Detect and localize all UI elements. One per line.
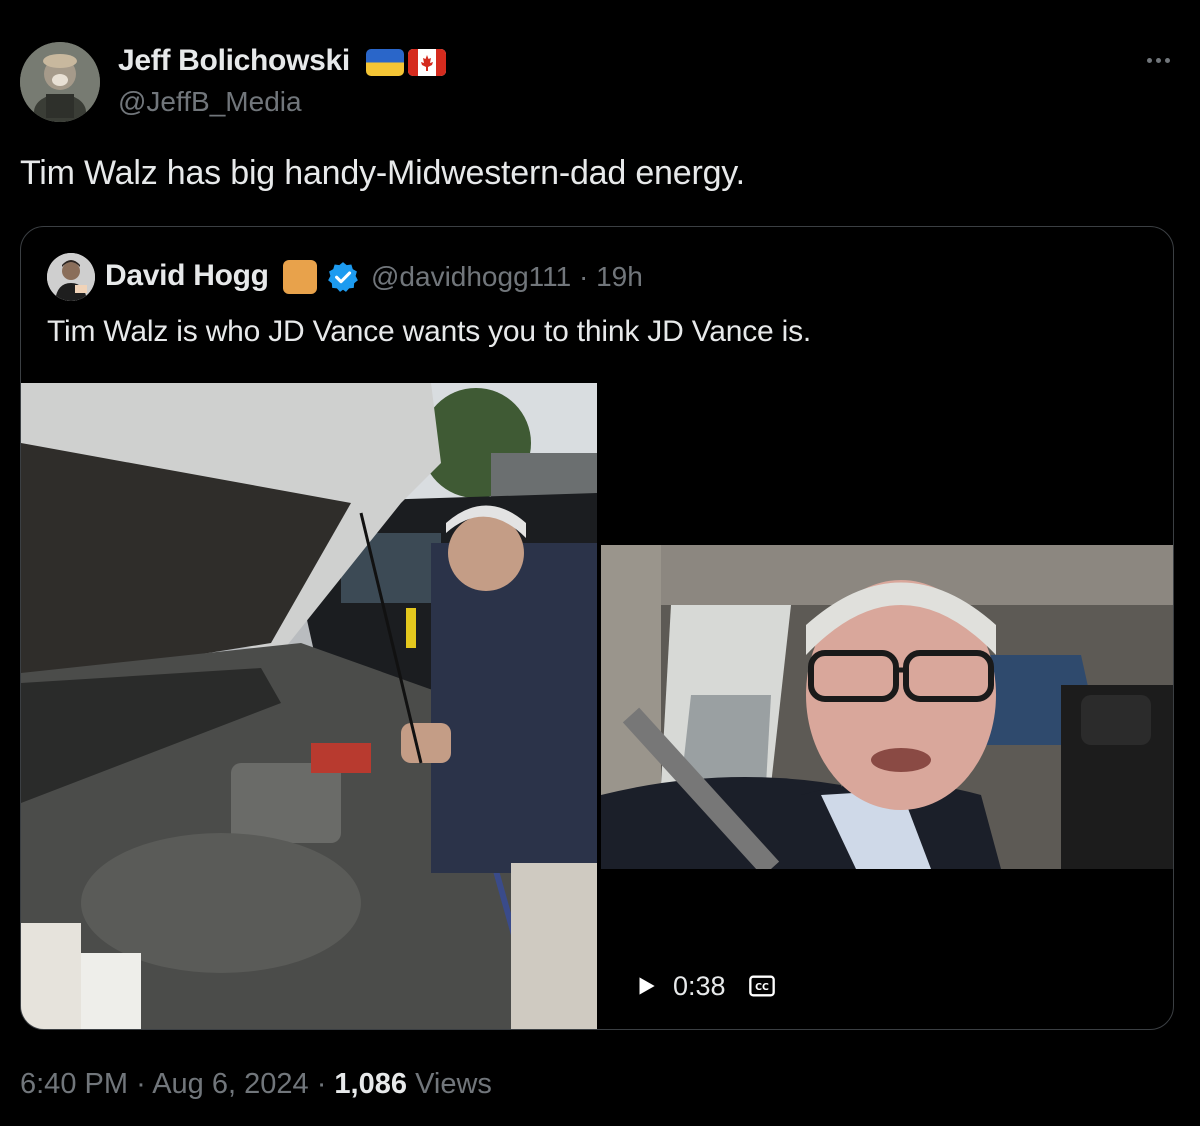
media-photo-engine[interactable]	[21, 383, 597, 1029]
author-display-name[interactable]: Jeff Bolichowski	[118, 44, 350, 78]
video-controls: 0:38 CC	[633, 969, 776, 1003]
affiliation-badge-icon	[283, 260, 317, 294]
views-count: 1,086	[334, 1068, 407, 1100]
video-duration: 0:38	[673, 970, 726, 1001]
author-handle[interactable]: @JeffB_Media	[118, 86, 302, 118]
more-dot	[1146, 57, 1152, 63]
views-label: Views	[415, 1068, 492, 1100]
quoted-author-display-name[interactable]: David Hogg	[105, 259, 269, 293]
tweet-time[interactable]: 6:40 PM	[20, 1068, 128, 1100]
more-dot	[1155, 57, 1161, 63]
more-options-icon[interactable]	[1140, 46, 1176, 74]
media-video-thumbnail[interactable]	[601, 545, 1173, 869]
quoted-tweet-text: Tim Walz is who JD Vance wants you to th…	[47, 315, 812, 348]
verified-badge-icon	[328, 262, 358, 292]
quoted-author-handle-time[interactable]: @davidhogg111 · 19h	[371, 261, 643, 293]
quoted-author-avatar[interactable]	[47, 253, 95, 301]
tweet-date[interactable]: Aug 6, 2024	[152, 1068, 308, 1100]
ukraine-flag-icon	[366, 49, 404, 76]
more-dot	[1164, 57, 1170, 63]
meta-separator: ·	[316, 1068, 327, 1100]
tweet-meta: 6:40 PM · Aug 6, 2024 · 1,086 Views	[20, 1068, 492, 1101]
quoted-tweet-card[interactable]: David Hogg @davidhogg111 · 19h Tim Walz …	[20, 226, 1174, 1030]
play-icon[interactable]	[633, 973, 659, 999]
closed-captions-icon[interactable]: CC	[748, 972, 776, 1000]
canada-flag-icon	[408, 49, 446, 76]
author-avatar[interactable]	[20, 42, 100, 122]
author-flags	[366, 49, 446, 76]
tweet-text: Tim Walz has big handy-Midwestern-dad en…	[20, 154, 745, 192]
svg-text:CC: CC	[755, 982, 769, 993]
meta-separator: ·	[136, 1068, 146, 1100]
